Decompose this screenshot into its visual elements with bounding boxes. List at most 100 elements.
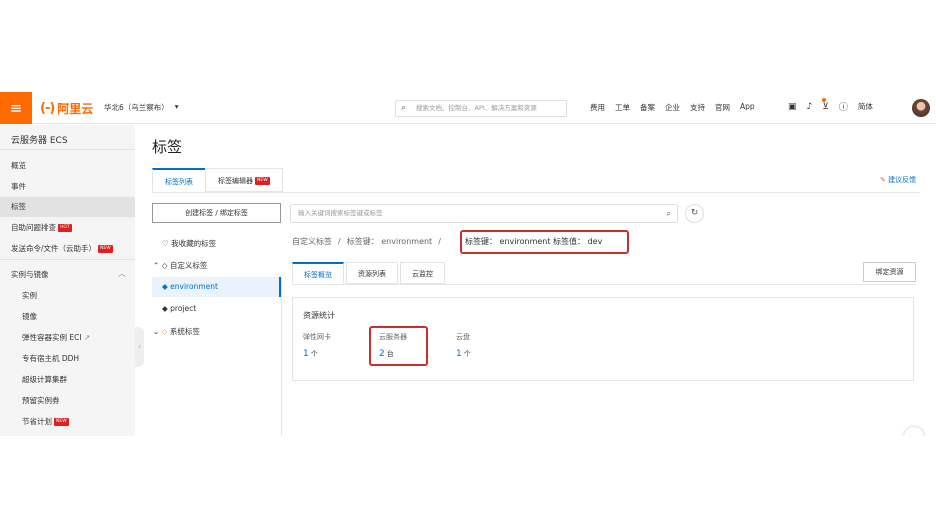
tab-tag-editor[interactable]: 标签编辑器 NEW <box>205 168 283 192</box>
top-link-icp[interactable]: 备案 <box>640 102 655 113</box>
tree-item-favorites[interactable]: ♡ 我收藏的标签 <box>162 238 216 249</box>
stat-number: 1 <box>303 349 309 359</box>
top-link-support[interactable]: 支持 <box>690 102 705 113</box>
menu-icon[interactable]: ≡ <box>0 92 32 124</box>
cart-icon[interactable]: ⊻ <box>822 102 829 112</box>
feedback-label: 建议反馈 <box>888 176 917 184</box>
sidebar-title: 云服务器 ECS <box>11 136 68 146</box>
console-screen: ≡ (-) 阿里云 华北6（乌兰察布） ▾ ⌕ 搜索文档、控制台、API、解决方… <box>0 92 936 436</box>
stat-value-eni[interactable]: 1个 <box>303 349 318 359</box>
tree-item-custom-tags[interactable]: ⌃ ◇ 自定义标签 <box>153 260 207 271</box>
sidebar-section-instances[interactable]: 实例与镜像 <box>11 269 49 280</box>
tab-cloud-monitor[interactable]: 云监控 <box>400 262 445 284</box>
hot-badge: HOT <box>58 224 72 232</box>
breadcrumb-custom-tags[interactable]: 自定义标签 <box>292 237 332 246</box>
chevron-up-icon[interactable]: ︿ <box>118 268 126 279</box>
sidebar-collapse-handle[interactable]: ‹ <box>135 327 144 367</box>
top-link-billing[interactable]: 费用 <box>590 102 605 113</box>
tree-item-label: 我收藏的标签 <box>171 239 217 248</box>
chevron-up-icon[interactable]: ⌃ <box>153 261 159 270</box>
breadcrumb-separator: / <box>338 237 341 246</box>
tag-search-placeholder: 输入关键词搜索标签键或标签 <box>298 209 383 217</box>
tree-divider <box>281 277 282 436</box>
sidebar-item-send-command[interactable]: 发送命令/文件（云助手） NEW <box>11 243 113 254</box>
stat-value-disk[interactable]: 1个 <box>456 349 471 359</box>
stats-title: 资源统计 <box>303 311 335 320</box>
language-switch[interactable]: 简体 <box>858 101 873 112</box>
chevron-down-icon[interactable]: ⌄ <box>153 327 159 336</box>
notification-dot <box>822 98 826 102</box>
subtabs-divider <box>292 284 916 285</box>
bell-icon[interactable]: ♪ <box>807 102 813 112</box>
refresh-icon[interactable]: ↻ <box>685 204 704 223</box>
sidebar-item-scc[interactable]: 超级计算集群 <box>22 374 67 385</box>
top-links: 费用 工单 备案 企业 支持 官网 App <box>590 102 755 113</box>
tag-icon: ◆ <box>162 282 168 291</box>
sidebar-item-images[interactable]: 镜像 <box>22 311 37 322</box>
sidebar-item-instances[interactable]: 实例 <box>22 290 37 301</box>
tree-item-system-tags[interactable]: ⌄ ◇ 系统标签 <box>153 326 200 337</box>
new-badge: NEW <box>255 177 270 185</box>
tabs-divider <box>152 192 920 193</box>
floating-help-button[interactable] <box>904 427 924 436</box>
top-icons: ▣ ♪ ⊻ ⓘ 简体 <box>788 100 873 114</box>
sidebar-item-eci[interactable]: 弹性容器实例 ECI ↗ <box>22 332 90 343</box>
stat-unit: 个 <box>310 350 318 358</box>
region-selector[interactable]: 华北6（乌兰察布） ▾ <box>104 102 179 113</box>
tab-tag-list[interactable]: 标签列表 <box>152 168 206 192</box>
feedback-link[interactable]: ✎ 建议反馈 <box>880 175 916 185</box>
stat-label-disk: 云盘 <box>456 333 470 341</box>
stat-unit: 个 <box>463 350 471 358</box>
tree-item-label: 自定义标签 <box>169 261 208 270</box>
sidebar-divider <box>0 149 135 150</box>
sidebar-item-label: 节省计划 <box>22 417 52 426</box>
create-tag-button[interactable]: 创建标签 / 绑定标签 <box>152 203 281 223</box>
top-link-official[interactable]: 官网 <box>715 102 730 113</box>
sidebar-item-ddh[interactable]: 专有宿主机 DDH <box>22 353 79 364</box>
tree-item-label: 系统标签 <box>169 327 200 336</box>
help-icon[interactable]: ⓘ <box>839 100 848 113</box>
sidebar-item-tags[interactable]: 标签 <box>0 197 135 217</box>
global-search-input[interactable]: ⌕ 搜索文档、控制台、API、解决方案和资源 <box>395 100 567 117</box>
new-badge: NEW <box>98 245 113 253</box>
top-link-ticket[interactable]: 工单 <box>615 102 630 113</box>
logo-text: 阿里云 <box>57 101 94 116</box>
aliyun-logo[interactable]: (-) 阿里云 <box>40 99 93 117</box>
page-title: 标签 <box>152 138 183 156</box>
sidebar-item-troubleshoot[interactable]: 自助问题排查 HOT <box>11 222 72 233</box>
breadcrumb-tag-key[interactable]: 标签键： environment <box>347 237 433 246</box>
stat-label-ecs: 云服务器 <box>379 333 407 341</box>
tag-search-input[interactable]: 输入关键词搜索标签键或标签 ⌕ <box>290 204 678 223</box>
sidebar-item-overview[interactable]: 概览 <box>11 160 26 171</box>
breadcrumb-tag-value: 标签键： environment 标签值： dev <box>465 237 603 246</box>
bind-resource-button[interactable]: 绑定资源 <box>863 262 916 282</box>
terminal-icon[interactable]: ▣ <box>788 102 797 112</box>
tag-icon: ◆ <box>162 304 168 313</box>
logo-mark: (-) <box>40 100 55 116</box>
tree-item-project[interactable]: ◆ project <box>162 304 196 313</box>
breadcrumb: 自定义标签 / 标签键： environment / <box>292 236 447 247</box>
sidebar-item-savings[interactable]: 节省计划 NEW <box>22 416 69 427</box>
search-icon: ⌕ <box>401 103 407 113</box>
stat-label-eni: 弹性网卡 <box>303 333 331 341</box>
global-search-placeholder: 搜索文档、控制台、API、解决方案和资源 <box>416 104 537 112</box>
top-link-enterprise[interactable]: 企业 <box>665 102 680 113</box>
heart-icon: ♡ <box>162 239 169 248</box>
new-badge: NEW <box>54 418 69 426</box>
search-icon[interactable]: ⌕ <box>667 205 671 222</box>
tab-resource-list[interactable]: 资源列表 <box>346 262 398 284</box>
tab-overview[interactable]: 标签概览 <box>292 262 344 284</box>
sidebar-item-label: 发送命令/文件（云助手） <box>11 244 97 253</box>
sidebar-item-events[interactable]: 事件 <box>11 181 26 192</box>
tree-item-label: environment <box>170 282 218 291</box>
sidebar-divider <box>0 259 135 260</box>
top-link-app[interactable]: App <box>740 102 755 113</box>
tree-item-environment-label[interactable]: ◆ environment <box>162 282 218 291</box>
tag-icon: ◇ <box>161 327 168 336</box>
stat-value-ecs[interactable]: 2台 <box>379 349 394 359</box>
avatar[interactable] <box>912 99 930 117</box>
feedback-icon: ✎ <box>880 176 886 184</box>
tree-item-label: project <box>170 304 197 313</box>
sidebar-item-reserved[interactable]: 预留实例券 <box>22 395 60 406</box>
sidebar: 云服务器 ECS 概览 事件 标签 自助问题排查 HOT 发送命令/文件（云助手）… <box>0 125 135 436</box>
